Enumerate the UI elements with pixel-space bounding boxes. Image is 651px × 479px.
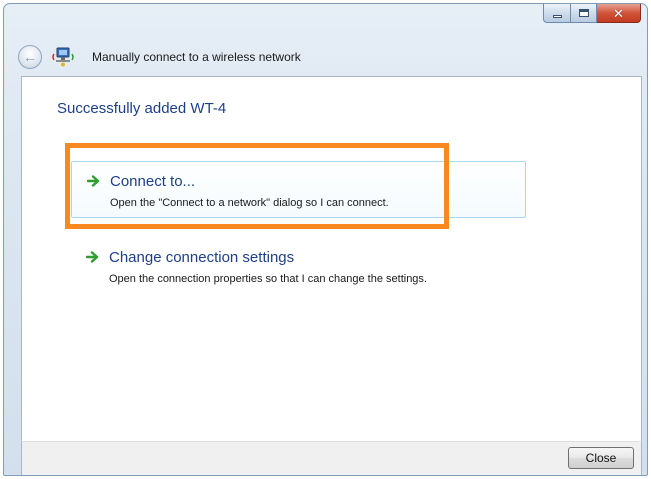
minimize-button[interactable] [543, 4, 571, 23]
option-title: Connect to... [110, 173, 196, 190]
back-arrow-icon: ← [23, 49, 37, 65]
back-button[interactable]: ← [18, 45, 42, 69]
maximize-icon [578, 9, 589, 17]
option-description: Open the connection properties so that I… [109, 273, 427, 285]
green-arrow-icon [87, 175, 100, 187]
caption-buttons: ✕ [543, 4, 641, 24]
content-area: Successfully added WT-4 Connect to... Op… [21, 76, 642, 441]
option-description: Open the "Connect to a network" dialog s… [110, 197, 389, 209]
option-connect-to[interactable]: Connect to... Open the "Connect to a net… [71, 161, 526, 218]
option-title: Change connection settings [109, 249, 295, 266]
option-change-connection-settings[interactable]: Change connection settings Open the conn… [71, 238, 526, 295]
close-button[interactable]: Close [568, 447, 634, 469]
wireless-network-icon [52, 47, 74, 67]
maximize-button[interactable] [571, 4, 597, 23]
window-title: Manually connect to a wireless network [92, 50, 301, 64]
green-arrow-icon [86, 251, 99, 263]
wizard-titlebar: ← Manually connect to a wireless network [4, 38, 647, 76]
button-bar: Close [21, 441, 642, 475]
close-icon: ✕ [613, 5, 624, 21]
close-window-button[interactable]: ✕ [597, 4, 641, 23]
minimize-icon [552, 14, 562, 18]
dialog-window: ✕ ← Manually connect to a wireless netwo… [3, 3, 648, 476]
page-heading: Successfully added WT-4 [57, 100, 227, 117]
